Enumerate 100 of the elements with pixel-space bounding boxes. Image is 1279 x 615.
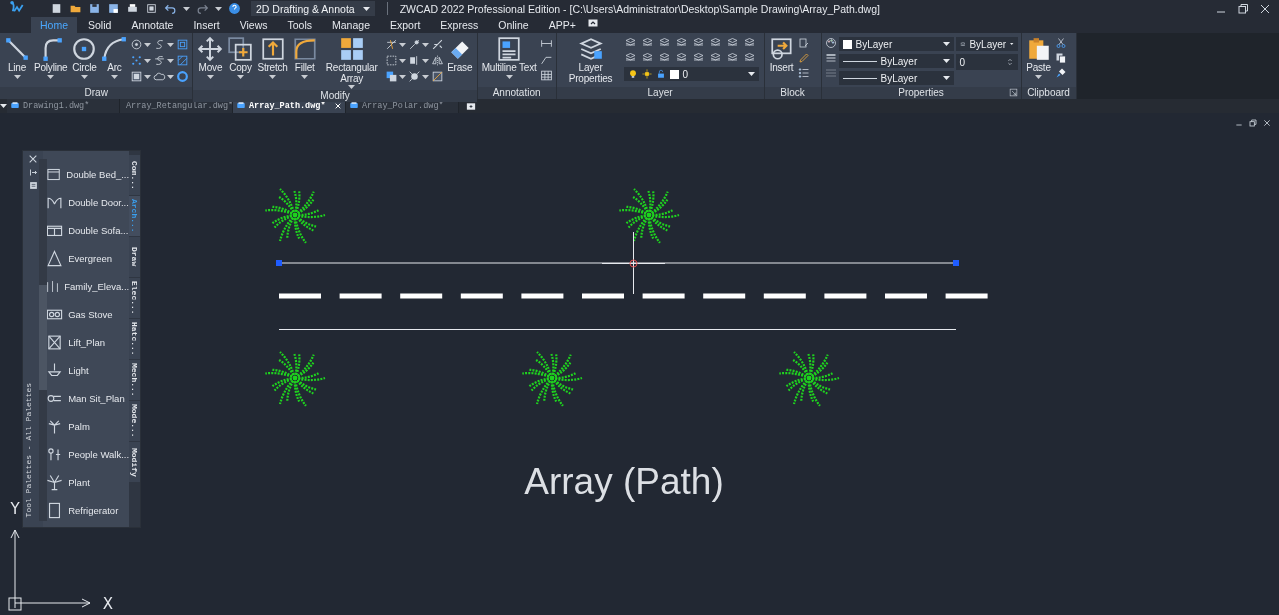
caret-icon[interactable] [269, 74, 277, 79]
mirror-icon[interactable] [430, 54, 444, 67]
scale-icon[interactable] [430, 38, 444, 51]
dots-icon[interactable] [130, 54, 144, 67]
palette-item[interactable]: Refrigerator [43, 496, 130, 524]
new-file-icon[interactable] [50, 2, 63, 15]
layer-tool-icon[interactable] [692, 52, 706, 64]
square-icon[interactable] [176, 38, 190, 51]
menu-tab[interactable]: Solid [79, 17, 121, 33]
tool-button[interactable]: Stretch [256, 35, 289, 80]
layer-tool-icon[interactable] [726, 37, 740, 49]
pencil-icon[interactable] [797, 52, 810, 64]
caret-icon[interactable] [80, 74, 88, 79]
brush-icon[interactable] [1054, 67, 1067, 79]
grip-handle[interactable] [276, 260, 282, 266]
menu-tab[interactable]: Views [230, 17, 277, 33]
caret-icon[interactable] [0, 104, 7, 108]
layer-tool-icon[interactable] [726, 52, 740, 64]
layer-tool-icon[interactable] [623, 52, 637, 64]
caret-icon[interactable] [206, 74, 214, 79]
tool-button[interactable]: Circle [70, 35, 99, 80]
close-icon[interactable] [1259, 2, 1271, 15]
palette-tab[interactable]: Mech... [129, 360, 140, 400]
palette-tab[interactable]: Elec... [129, 278, 140, 318]
lineweight-icon[interactable] [824, 52, 837, 64]
palette-item[interactable]: Plant [43, 468, 130, 496]
new-tab-icon[interactable] [465, 100, 477, 112]
caret-icon[interactable] [942, 59, 950, 63]
print-icon[interactable] [126, 2, 139, 15]
caret-icon[interactable] [144, 74, 152, 79]
caret-icon[interactable] [1010, 42, 1014, 46]
caret-icon[interactable] [144, 58, 152, 63]
tool-button[interactable]: Fillet [290, 35, 319, 80]
caret-icon[interactable] [942, 76, 950, 80]
tool-button[interactable]: Layer Properties [559, 35, 622, 85]
caret-icon[interactable] [421, 58, 429, 63]
region-icon[interactable] [130, 70, 144, 83]
tool-button[interactable]: Insert [767, 35, 796, 75]
close-icon[interactable] [28, 154, 39, 164]
tool-button[interactable]: Arc [100, 35, 129, 80]
caret-icon[interactable] [13, 74, 21, 79]
grip-handle[interactable] [953, 260, 959, 266]
menu-tab[interactable]: Express [431, 17, 488, 33]
tool-button[interactable]: Paste [1024, 35, 1053, 80]
lineweight-dropdown[interactable]: ByLayer [838, 54, 954, 68]
layer-tool-icon[interactable] [743, 37, 757, 49]
cloud-icon[interactable] [153, 70, 167, 83]
caret-icon[interactable] [47, 74, 55, 79]
transparency-spinner[interactable]: 0 [955, 54, 1018, 70]
workspace-dropdown[interactable]: 2D Drafting & Annota [251, 1, 375, 16]
maximize-icon[interactable] [1237, 2, 1249, 15]
dialog-launcher-icon[interactable] [1008, 88, 1018, 97]
menu-tab[interactable]: Annotate [122, 17, 183, 33]
layer-tool-icon[interactable] [692, 37, 706, 49]
save-icon[interactable] [88, 2, 101, 15]
palette-tab[interactable]: Com... [129, 155, 140, 195]
menu-tab[interactable]: Online [489, 17, 538, 33]
linetype-dropdown[interactable]: ByLayer [838, 71, 954, 85]
tool-button[interactable]: Move [196, 35, 225, 80]
plot-preview-icon[interactable] [145, 2, 158, 15]
trim-icon[interactable] [384, 38, 398, 51]
caret-icon[interactable] [236, 74, 244, 79]
menu-tab[interactable]: Manage [323, 17, 379, 33]
menu-tab[interactable]: APP+ [539, 17, 585, 33]
caret-icon[interactable] [747, 72, 755, 76]
caret-icon[interactable] [421, 42, 429, 47]
tool-button[interactable]: Copy [226, 35, 255, 80]
caret-icon[interactable] [167, 74, 175, 79]
auto-hide-icon[interactable] [28, 168, 38, 177]
caret-icon[interactable] [421, 74, 429, 79]
tool-button[interactable]: Polyline [33, 35, 69, 80]
palette-item[interactable]: Palm [43, 412, 130, 440]
color-dropdown[interactable]: ByLayer [838, 37, 954, 51]
caret-icon[interactable] [183, 6, 190, 11]
caret-icon[interactable] [505, 74, 513, 79]
palette-item[interactable]: Evergreen [43, 244, 130, 272]
plot-style-dropdown[interactable]: ByLayer [955, 37, 1018, 51]
palette-item[interactable]: Double Door... [43, 188, 130, 216]
palette-item[interactable]: Family_Eleva... [43, 272, 130, 300]
layer-tool-icon[interactable] [709, 52, 723, 64]
menu-tab[interactable]: Insert [184, 17, 229, 33]
tool-button[interactable]: Erase [445, 35, 474, 75]
caret-icon[interactable] [167, 58, 175, 63]
layer-dropdown[interactable]: 0 [623, 67, 759, 81]
palette-tab[interactable]: Mode... [129, 401, 140, 441]
ribbon-toggle-icon[interactable] [586, 17, 599, 29]
explode-icon[interactable] [407, 70, 421, 83]
caret-icon[interactable] [110, 74, 118, 79]
undo-icon[interactable] [164, 2, 177, 15]
layer-tool-icon[interactable] [674, 37, 688, 49]
tool-button[interactable]: Multiline Text [480, 35, 538, 80]
tool-button[interactable]: Line [3, 35, 31, 80]
measure-icon[interactable] [407, 38, 421, 51]
layer-tool-icon[interactable] [674, 52, 688, 64]
palette-icon[interactable] [824, 37, 837, 49]
attribute-list-icon[interactable] [797, 67, 810, 79]
palette-tab[interactable]: Modify [129, 442, 140, 482]
layer-tool-icon[interactable] [640, 52, 654, 64]
s-curve-icon[interactable] [153, 54, 167, 67]
tool-button[interactable]: Rectangular Array [320, 35, 383, 90]
